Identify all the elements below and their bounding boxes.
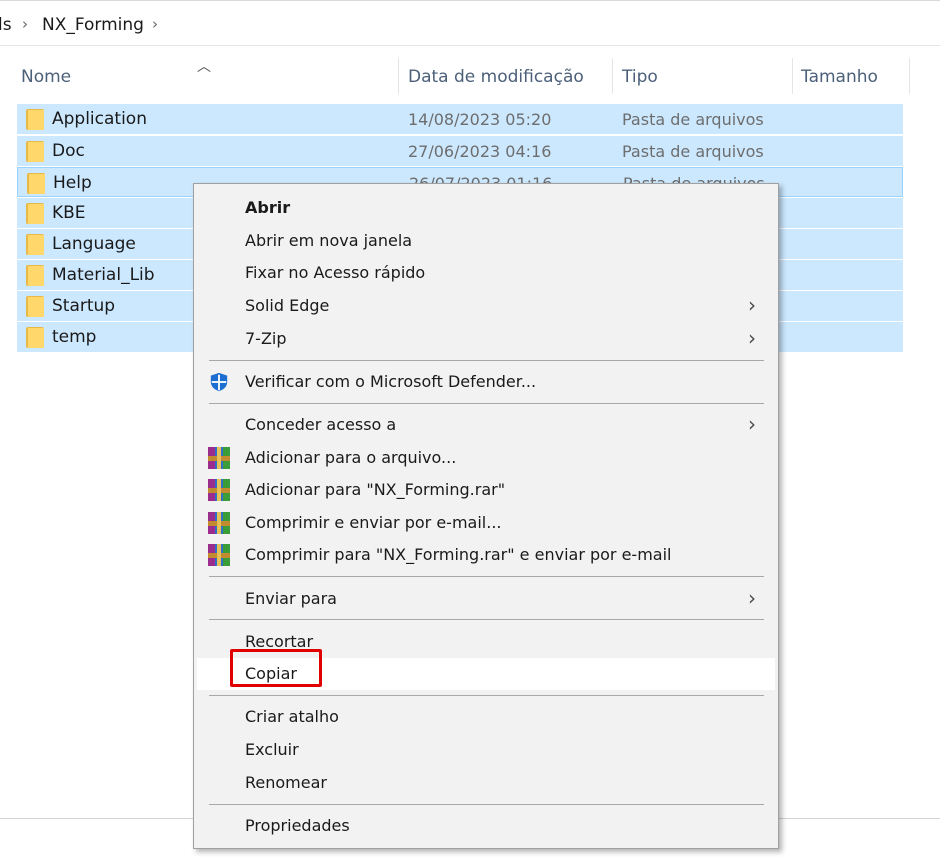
folder-icon [26, 265, 44, 286]
file-name: Application [52, 109, 147, 129]
menu-item-label: Comprimir para "NX_Forming.rar" e enviar… [245, 545, 672, 564]
chevron-right-icon: › [748, 412, 756, 436]
folder-icon [26, 203, 44, 224]
folder-icon [26, 141, 44, 162]
column-header-row: ︿ Nome Data de modificação Tipo Tamanho [0, 54, 940, 96]
menu-item-defender[interactable]: Verificar com o Microsoft Defender... [194, 366, 778, 398]
menu-separator [209, 804, 764, 805]
breadcrumb-item-current[interactable]: NX_Forming [42, 15, 144, 35]
menu-separator [209, 576, 764, 577]
file-name: Doc [52, 141, 85, 161]
winrar-icon [208, 447, 230, 469]
chevron-right-icon: › [748, 586, 756, 610]
file-type: Pasta de arquivos [622, 142, 764, 161]
menu-item-label: 7-Zip [245, 329, 287, 348]
file-row[interactable]: Application 14/08/2023 05:20 Pasta de ar… [17, 104, 903, 134]
folder-icon [26, 296, 44, 317]
file-date: 27/06/2023 04:16 [408, 142, 552, 161]
menu-item-add-to-archive[interactable]: Adicionar para o arquivo... [194, 442, 778, 474]
folder-icon [27, 173, 45, 194]
menu-item-label: Conceder acesso a [245, 415, 397, 434]
chevron-right-icon: › [748, 293, 756, 317]
menu-item-label: Excluir [245, 740, 299, 759]
chevron-right-icon[interactable]: › [22, 15, 28, 33]
file-type: Pasta de arquivos [622, 110, 764, 129]
menu-item-label: Adicionar para o arquivo... [245, 448, 457, 467]
breadcrumb-item-parent[interactable]: ls [0, 15, 12, 35]
column-divider[interactable] [909, 58, 910, 94]
file-name: KBE [52, 203, 86, 223]
menu-item-label: Fixar no Acesso rápido [245, 263, 426, 282]
menu-item-compress-email[interactable]: Comprimir e enviar por e-mail... [194, 507, 778, 539]
menu-item-pin-quick-access[interactable]: Fixar no Acesso rápido [194, 257, 778, 289]
menu-item-compress-rar-email[interactable]: Comprimir para "NX_Forming.rar" e enviar… [194, 539, 778, 571]
winrar-icon [208, 479, 230, 501]
menu-item-create-shortcut[interactable]: Criar atalho [194, 701, 778, 733]
file-date: 14/08/2023 05:20 [408, 110, 552, 129]
menu-item-open[interactable]: Abrir [194, 192, 778, 224]
folder-icon [26, 109, 44, 130]
menu-item-rename[interactable]: Renomear [194, 767, 778, 799]
menu-item-label: Adicionar para "NX_Forming.rar" [245, 480, 506, 499]
menu-item-label: Criar atalho [245, 707, 339, 726]
menu-item-properties[interactable]: Propriedades [194, 810, 778, 842]
chevron-right-icon[interactable]: › [152, 15, 158, 33]
highlight-annotation [230, 649, 322, 687]
file-name: Language [52, 234, 136, 254]
file-name: Startup [52, 296, 116, 316]
context-menu: Abrir Abrir em nova janela Fixar no Aces… [193, 183, 779, 849]
menu-separator [209, 695, 764, 696]
menu-item-add-to-rar[interactable]: Adicionar para "NX_Forming.rar" [194, 474, 778, 506]
breadcrumb: ls › NX_Forming › [0, 0, 940, 46]
shield-icon [210, 372, 228, 392]
menu-item-send-to[interactable]: Enviar para › [194, 583, 778, 615]
file-name: Material_Lib [52, 265, 155, 285]
chevron-right-icon: › [748, 326, 756, 350]
sort-up-icon: ︿ [197, 59, 211, 75]
column-divider[interactable] [792, 58, 793, 94]
menu-item-give-access[interactable]: Conceder acesso a › [194, 409, 778, 441]
menu-item-label: Comprimir e enviar por e-mail... [245, 513, 502, 532]
menu-item-7zip[interactable]: 7-Zip › [194, 323, 778, 355]
menu-separator [209, 360, 764, 361]
column-header-date[interactable]: Data de modificação [408, 67, 584, 87]
menu-item-open-new-window[interactable]: Abrir em nova janela [194, 225, 778, 257]
column-divider[interactable] [612, 58, 613, 94]
menu-item-label: Enviar para [245, 589, 337, 608]
folder-icon [26, 234, 44, 255]
column-header-size[interactable]: Tamanho [801, 67, 878, 87]
file-name: Help [53, 173, 92, 193]
menu-separator [209, 619, 764, 620]
menu-item-label: Solid Edge [245, 296, 330, 315]
column-header-type[interactable]: Tipo [622, 67, 658, 87]
menu-separator [209, 403, 764, 404]
file-row[interactable]: Doc 27/06/2023 04:16 Pasta de arquivos [17, 136, 903, 166]
menu-item-solid-edge[interactable]: Solid Edge › [194, 290, 778, 322]
menu-item-label: Renomear [245, 773, 327, 792]
winrar-icon [208, 544, 230, 566]
menu-item-label: Verificar com o Microsoft Defender... [245, 372, 537, 391]
menu-item-label: Abrir [245, 198, 291, 217]
menu-item-label: Propriedades [245, 816, 350, 835]
folder-icon [26, 327, 44, 348]
file-name: temp [52, 327, 97, 347]
column-divider[interactable] [398, 58, 399, 94]
menu-item-delete[interactable]: Excluir [194, 734, 778, 766]
column-header-name[interactable]: Nome [21, 67, 71, 87]
menu-item-label: Abrir em nova janela [245, 231, 413, 250]
winrar-icon [208, 512, 230, 534]
